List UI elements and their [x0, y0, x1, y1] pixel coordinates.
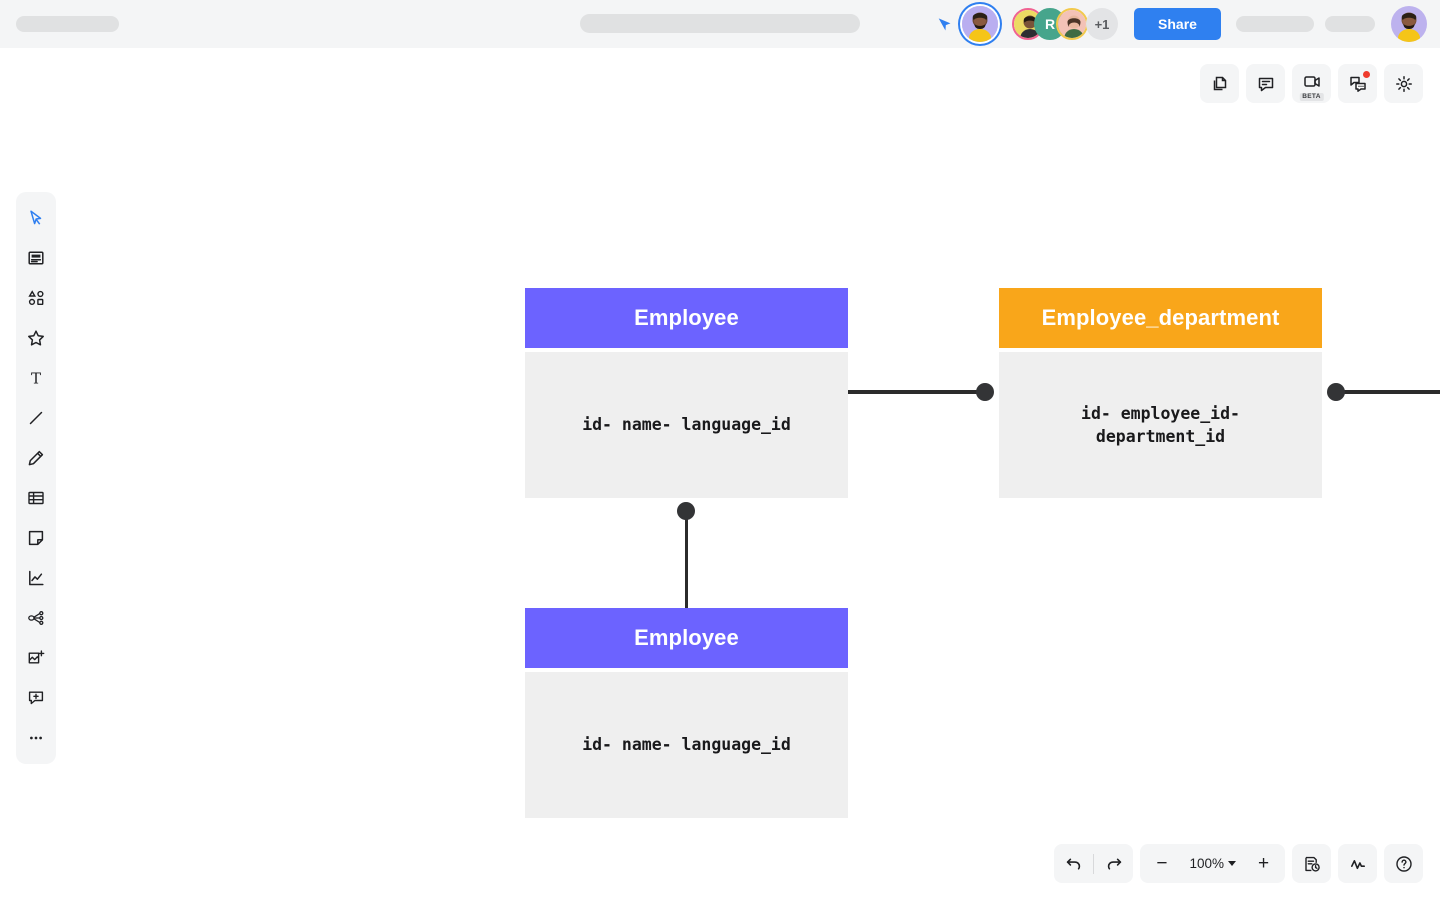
activity-icon[interactable] [1338, 844, 1377, 883]
node-header: Employee [525, 608, 848, 668]
collaborator-avatars[interactable]: R [1012, 8, 1088, 40]
erd-node-employee-bottom[interactable]: Employee id- name- language_id [525, 608, 848, 818]
help-icon[interactable] [1384, 844, 1423, 883]
help-group [1384, 844, 1423, 883]
avatar[interactable] [962, 6, 998, 42]
toolbar-placeholder-2 [1325, 16, 1375, 32]
node-body: id- name- language_id [525, 352, 848, 498]
notification-dot [1363, 71, 1370, 78]
more-collaborators-badge[interactable]: +1 [1086, 8, 1118, 40]
image-add-icon[interactable] [16, 638, 56, 678]
node-title: Employee [634, 305, 739, 331]
profile-avatar[interactable] [1391, 6, 1427, 42]
connector-endpoint-dot[interactable] [1327, 383, 1345, 401]
connector-employee-to-employee [685, 511, 688, 608]
share-button[interactable]: Share [1134, 8, 1221, 40]
comment-add-icon[interactable] [16, 678, 56, 718]
node-body: id- name- language_id [525, 672, 848, 818]
table-icon[interactable] [16, 478, 56, 518]
node-title: Employee_department [1042, 305, 1280, 331]
redo-button[interactable] [1094, 844, 1133, 883]
activity-group [1338, 844, 1377, 883]
workspace-title-placeholder [16, 16, 119, 32]
mindmap-icon[interactable] [16, 598, 56, 638]
top-right-toolbar: BETA [1200, 64, 1423, 103]
zoom-in-label: + [1258, 854, 1269, 873]
chart-icon[interactable] [16, 558, 56, 598]
node-header: Employee_department [999, 288, 1322, 348]
board-title-placeholder [580, 14, 860, 33]
pages-icon[interactable] [1200, 64, 1239, 103]
connector-endpoint-dot[interactable] [677, 502, 695, 520]
current-user-avatar-group [962, 6, 998, 42]
chevron-down-icon [1228, 861, 1236, 866]
connector-department-right [1336, 390, 1440, 394]
node-title: Employee [634, 625, 739, 651]
node-fields: id- name- language_id [582, 413, 791, 436]
history-group [1054, 844, 1133, 883]
text-icon[interactable]: T [16, 358, 56, 398]
chat-icon[interactable] [1338, 64, 1377, 103]
zoom-level-selector[interactable]: 100% [1181, 844, 1244, 883]
svg-text:T: T [31, 370, 41, 388]
left-toolbar: T [16, 192, 56, 764]
video-icon[interactable]: BETA [1292, 64, 1331, 103]
bottom-toolbar: − 100% + [1054, 844, 1423, 883]
zoom-in-button[interactable]: + [1244, 844, 1283, 883]
pencil-icon[interactable] [16, 438, 56, 478]
comment-icon[interactable] [1246, 64, 1285, 103]
avatar[interactable] [1056, 8, 1088, 40]
beta-tag: BETA [1299, 93, 1323, 102]
star-icon[interactable] [16, 318, 56, 358]
erd-node-employee-department[interactable]: Employee_department id- employee_id- dep… [999, 288, 1322, 498]
zoom-out-label: − [1156, 854, 1167, 873]
more-icon[interactable] [16, 718, 56, 758]
node-fields: id- employee_id- department_id [1056, 402, 1266, 448]
connector-employee-to-department [848, 390, 988, 394]
history-icon[interactable] [1292, 844, 1331, 883]
node-fields: id- name- language_id [582, 733, 791, 756]
gear-icon[interactable] [1384, 64, 1423, 103]
node-body: id- employee_id- department_id [999, 352, 1322, 498]
top-bar: R +1 Share [0, 0, 1440, 48]
zoom-level-label: 100% [1189, 856, 1224, 871]
zoom-out-button[interactable]: − [1142, 844, 1181, 883]
shapes-icon[interactable] [16, 278, 56, 318]
canvas[interactable]: Employee id- name- language_id Employee_… [0, 48, 1440, 900]
cursor-pointer-icon [938, 16, 954, 32]
toolbar-placeholder-1 [1236, 16, 1314, 32]
undo-button[interactable] [1054, 844, 1093, 883]
template-icon[interactable] [16, 238, 56, 278]
erd-node-employee-top[interactable]: Employee id- name- language_id [525, 288, 848, 498]
cursor-icon[interactable] [16, 198, 56, 238]
zoom-group: − 100% + [1140, 844, 1285, 883]
note-icon[interactable] [16, 518, 56, 558]
history-icon-group [1292, 844, 1331, 883]
node-header: Employee [525, 288, 848, 348]
app-root: R +1 Share [0, 0, 1440, 900]
line-icon[interactable] [16, 398, 56, 438]
connector-endpoint-dot[interactable] [976, 383, 994, 401]
